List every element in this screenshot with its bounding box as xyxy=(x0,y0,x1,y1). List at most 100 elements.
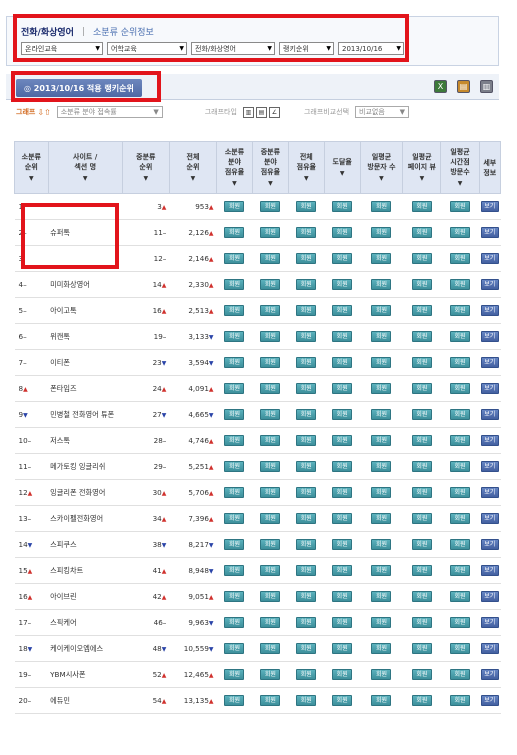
member-only-button[interactable]: 회원 xyxy=(332,201,353,212)
member-only-button[interactable]: 회원 xyxy=(260,695,281,706)
member-only-button[interactable]: 회원 xyxy=(260,409,281,420)
member-only-button[interactable]: 회원 xyxy=(260,227,281,238)
member-only-button[interactable]: 회원 xyxy=(371,357,392,368)
member-only-button[interactable]: 회원 xyxy=(296,565,317,576)
member-only-button[interactable]: 회원 xyxy=(371,279,392,290)
site-name-cell[interactable]: 미미화상영어 xyxy=(48,271,123,298)
excel-icon[interactable]: X xyxy=(434,80,447,93)
member-only-button[interactable]: 회원 xyxy=(260,435,281,446)
member-only-button[interactable]: 회원 xyxy=(224,201,245,212)
member-only-button[interactable]: 회원 xyxy=(224,383,245,394)
member-only-button[interactable]: 회원 xyxy=(260,201,281,212)
member-only-button[interactable]: 회원 xyxy=(296,383,317,394)
site-name-cell[interactable]: 스피쿠스 xyxy=(48,531,123,558)
view-detail-button[interactable]: 보기 xyxy=(480,617,499,628)
member-only-button[interactable]: 회원 xyxy=(296,227,317,238)
member-only-button[interactable]: 회원 xyxy=(450,409,471,420)
member-only-button[interactable]: 회원 xyxy=(224,669,245,680)
member-only-button[interactable]: 회원 xyxy=(411,383,432,394)
member-only-button[interactable]: 회원 xyxy=(411,565,432,576)
column-header[interactable]: 도달율 ▼ xyxy=(323,141,361,194)
site-name-cell[interactable]: 이티폰 xyxy=(48,349,123,376)
member-only-button[interactable]: 회원 xyxy=(260,487,281,498)
member-only-button[interactable]: 회원 xyxy=(332,591,353,602)
member-only-button[interactable]: 회원 xyxy=(371,695,392,706)
subcategory-rank-link[interactable]: 소분류 순위정보 xyxy=(93,25,154,38)
sort-down-icon[interactable]: ▼ xyxy=(289,174,324,184)
member-only-button[interactable]: 회원 xyxy=(332,617,353,628)
print-icon[interactable]: ▥ xyxy=(480,80,493,93)
column-header[interactable]: 세부 정보 xyxy=(478,141,502,194)
member-only-button[interactable]: 회원 xyxy=(371,513,392,524)
site-name-cell[interactable]: 폰타임즈 xyxy=(48,375,123,402)
member-only-button[interactable]: 회원 xyxy=(332,435,353,446)
member-only-button[interactable]: 회원 xyxy=(450,695,471,706)
member-only-button[interactable]: 회원 xyxy=(260,565,281,576)
member-only-button[interactable]: 회원 xyxy=(260,279,281,290)
member-only-button[interactable]: 회원 xyxy=(296,305,317,316)
member-only-button[interactable]: 회원 xyxy=(296,513,317,524)
column-header[interactable]: 중분류 순위 ▼ xyxy=(121,141,170,194)
site-name-cell[interactable]: 메가토킹 잉글리쉬 xyxy=(48,453,123,480)
column-header[interactable]: 소분류 분야 점유율 ▼ xyxy=(216,141,253,194)
member-only-button[interactable]: 회원 xyxy=(411,409,432,420)
member-only-button[interactable]: 회원 xyxy=(411,305,432,316)
member-only-button[interactable]: 회원 xyxy=(450,539,471,550)
member-only-button[interactable]: 회원 xyxy=(224,253,245,264)
member-only-button[interactable]: 회원 xyxy=(224,279,245,290)
column-header[interactable]: 일평균 시간점 방문수 ▼ xyxy=(440,141,480,194)
column-header[interactable]: 중분류 분야 점유율 ▼ xyxy=(251,141,289,194)
member-only-button[interactable]: 회원 xyxy=(371,643,392,654)
member-only-button[interactable]: 회원 xyxy=(260,643,281,654)
member-only-button[interactable]: 회원 xyxy=(371,669,392,680)
select-category-1[interactable]: 온라인교육 ▼ xyxy=(21,42,103,55)
view-detail-button[interactable]: 보기 xyxy=(480,695,499,706)
graph-compare-select[interactable]: 비교없음 ▼ xyxy=(355,106,410,118)
member-only-button[interactable]: 회원 xyxy=(224,695,245,706)
view-detail-button[interactable]: 보기 xyxy=(480,331,499,342)
member-only-button[interactable]: 회원 xyxy=(260,331,281,342)
site-name-cell[interactable]: 민병철 전화영어 튜폰 xyxy=(48,401,123,428)
member-only-button[interactable]: 회원 xyxy=(224,617,245,628)
member-only-button[interactable]: 회원 xyxy=(260,591,281,602)
member-only-button[interactable]: 회원 xyxy=(332,279,353,290)
member-only-button[interactable]: 회원 xyxy=(332,461,353,472)
sort-down-icon[interactable]: ▼ xyxy=(253,179,288,189)
member-only-button[interactable]: 회원 xyxy=(450,201,471,212)
member-only-button[interactable]: 회원 xyxy=(224,409,245,420)
site-name-cell[interactable]: 위캔톡 xyxy=(48,323,123,350)
member-only-button[interactable]: 회원 xyxy=(450,305,471,316)
site-name-cell[interactable]: 저스톡 xyxy=(48,427,123,454)
save-icon[interactable]: ▤ xyxy=(457,80,470,93)
member-only-button[interactable]: 회원 xyxy=(450,591,471,602)
sort-down-icon[interactable]: ▼ xyxy=(170,174,216,184)
member-only-button[interactable]: 회원 xyxy=(224,565,245,576)
member-only-button[interactable]: 회원 xyxy=(450,617,471,628)
member-only-button[interactable]: 회원 xyxy=(260,539,281,550)
view-detail-button[interactable]: 보기 xyxy=(480,409,499,420)
member-only-button[interactable]: 회원 xyxy=(224,435,245,446)
column-header[interactable]: 일평균 페이지 뷰 ▼ xyxy=(402,141,442,194)
member-only-button[interactable]: 회원 xyxy=(411,227,432,238)
member-only-button[interactable]: 회원 xyxy=(450,669,471,680)
member-only-button[interactable]: 회원 xyxy=(224,331,245,342)
member-only-button[interactable]: 회원 xyxy=(411,695,432,706)
sort-arrows-icon[interactable]: ⇩⇧ xyxy=(37,108,50,117)
member-only-button[interactable]: 회원 xyxy=(224,539,245,550)
member-only-button[interactable]: 회원 xyxy=(296,695,317,706)
view-detail-button[interactable]: 보기 xyxy=(480,357,499,368)
site-name-cell[interactable]: 스픽케어 xyxy=(48,609,123,636)
member-only-button[interactable]: 회원 xyxy=(371,591,392,602)
member-only-button[interactable]: 회원 xyxy=(450,227,471,238)
table-graph-icon[interactable]: ▤ xyxy=(255,106,267,118)
view-detail-button[interactable]: 보기 xyxy=(480,487,499,498)
member-only-button[interactable]: 회원 xyxy=(260,513,281,524)
view-detail-button[interactable]: 보기 xyxy=(480,435,499,446)
view-detail-button[interactable]: 보기 xyxy=(480,201,499,212)
member-only-button[interactable]: 회원 xyxy=(332,643,353,654)
select-date[interactable]: 2013/10/16 ▼ xyxy=(338,42,404,55)
site-name-cell[interactable]: 슈퍼톡 xyxy=(48,219,123,246)
member-only-button[interactable]: 회원 xyxy=(371,487,392,498)
sort-down-icon[interactable]: ▼ xyxy=(441,179,478,189)
member-only-button[interactable]: 회원 xyxy=(450,253,471,264)
